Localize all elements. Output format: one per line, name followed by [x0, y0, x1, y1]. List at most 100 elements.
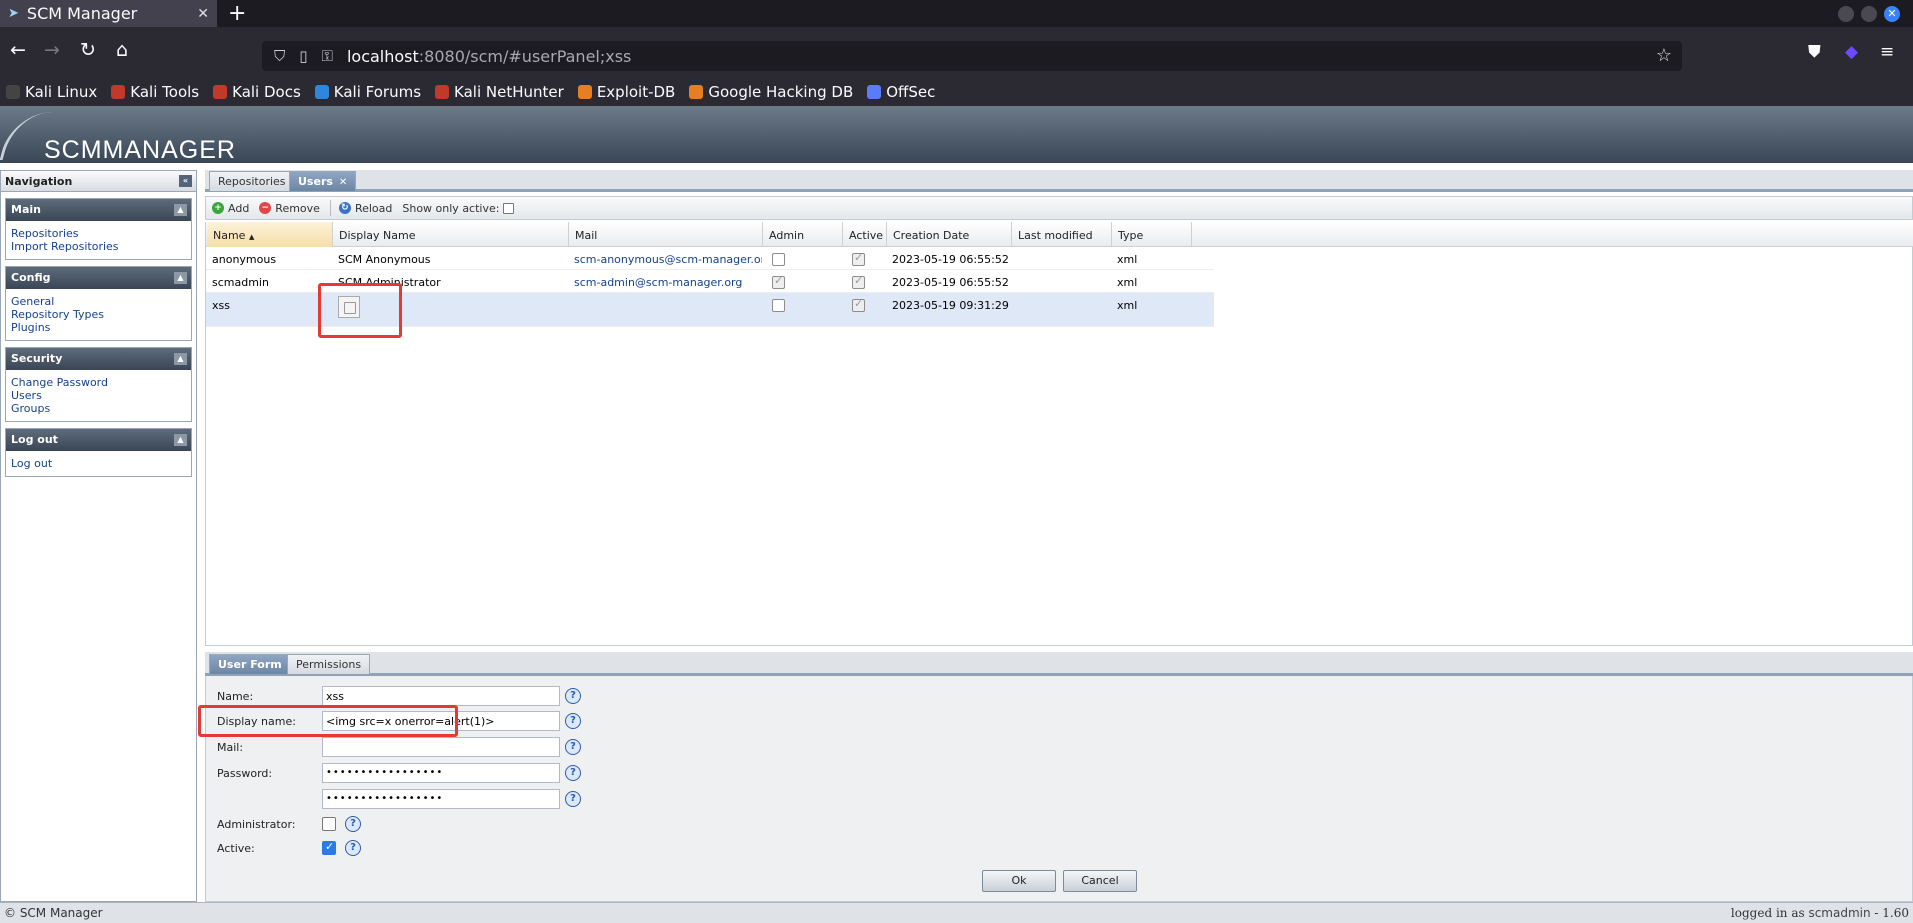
collapse-group-icon[interactable]: ▲	[174, 434, 187, 446]
url-bar[interactable]: ⛉ ▯ ⚿ localhost:8080/scm/#userPanel;xss …	[262, 41, 1682, 71]
name-field[interactable]	[322, 686, 560, 706]
column-header[interactable]: Name ▲	[207, 222, 333, 247]
password-field[interactable]: •••••••••••••••••	[322, 763, 560, 783]
collapse-group-icon[interactable]: ▲	[174, 353, 187, 365]
nav-link[interactable]: Repository Types	[11, 308, 186, 321]
footer-username: scmadmin	[1808, 906, 1871, 920]
bookmark-item[interactable]: Kali NetHunter	[435, 83, 564, 101]
bookmark-item[interactable]: Kali Docs	[213, 83, 301, 101]
administrator-checkbox[interactable]	[322, 817, 336, 831]
nav-group-header[interactable]: Security ▲	[6, 348, 191, 370]
tab-users[interactable]: Users ✕	[289, 171, 357, 191]
collapse-group-icon[interactable]: ▲	[174, 272, 187, 284]
help-icon[interactable]: ?	[345, 840, 361, 856]
nav-group: Log out ▲ Log out	[5, 428, 192, 477]
help-icon[interactable]: ?	[565, 765, 581, 781]
page-icon: ▯	[299, 47, 308, 65]
nav-link[interactable]: Repositories	[11, 227, 186, 240]
bookmark-item[interactable]: Exploit-DB	[577, 83, 675, 101]
reload-icon[interactable]: ↻	[80, 39, 96, 61]
help-icon[interactable]: ?	[565, 791, 581, 807]
home-icon[interactable]: ⌂	[116, 39, 128, 61]
bookmark-item[interactable]: Kali Forums	[314, 83, 421, 101]
nav-link[interactable]: Users	[11, 389, 186, 402]
menu-icon[interactable]: ≡	[1880, 42, 1894, 62]
help-icon[interactable]: ?	[565, 713, 581, 729]
nav-link[interactable]: Log out	[11, 457, 186, 470]
tab-permissions[interactable]: Permissions	[287, 654, 371, 674]
navigation-panel: Navigation « Main ▲ Repositories Import Rep…	[0, 170, 197, 902]
close-tab-icon[interactable]: ✕	[197, 6, 209, 22]
column-header[interactable]: Last modified	[1012, 222, 1112, 247]
bookmark-item[interactable]: OffSec	[867, 83, 935, 101]
table-row[interactable]: anonymous SCM Anonymous scm-anonymous@scm-…	[206, 247, 1214, 270]
bookmark-favicon-icon	[6, 85, 20, 99]
mail-row: Mail: ?	[211, 737, 811, 759]
help-icon[interactable]: ?	[565, 688, 581, 704]
nav-group-title: Security	[11, 352, 63, 365]
close-window-icon[interactable]: ✕	[1884, 6, 1900, 22]
table-cell-mail	[568, 293, 762, 305]
cancel-button[interactable]: Cancel	[1063, 870, 1137, 892]
table-cell-mail: scm-anonymous@scm-manager.org	[568, 247, 762, 272]
column-header[interactable]: Active	[843, 222, 887, 247]
name-label: Name:	[217, 690, 254, 703]
nav-group-header[interactable]: Config ▲	[6, 267, 191, 289]
help-icon[interactable]: ?	[565, 739, 581, 755]
column-header[interactable]: Display Name	[333, 222, 569, 247]
new-tab-icon[interactable]: +	[228, 1, 246, 26]
mail-field[interactable]	[322, 737, 560, 757]
bookmark-label: Google Hacking DB	[708, 83, 854, 101]
shield-icon[interactable]: ⛉	[274, 47, 285, 65]
help-icon[interactable]: ?	[345, 816, 361, 832]
tab-label: Users	[298, 175, 333, 188]
nav-link[interactable]: Import Repositories	[11, 240, 186, 253]
navigation-title: Navigation	[5, 175, 73, 188]
bookmark-favicon-icon	[314, 85, 329, 99]
table-cell-modified	[1011, 293, 1111, 305]
status-footer: © SCM Manager logged in as scmadmin - 1.…	[0, 902, 1913, 923]
browser-tab[interactable]: ➤ SCM Manager ✕	[0, 0, 217, 27]
reload-button[interactable]: ↻ Reload	[338, 202, 392, 215]
maximize-window-icon[interactable]	[1861, 6, 1877, 22]
nav-group-header[interactable]: Main ▲	[6, 199, 191, 221]
active-label: Active:	[217, 842, 255, 855]
active-checkbox[interactable]	[322, 840, 336, 855]
app-header: SCMMANAGER	[0, 106, 1913, 164]
add-button[interactable]: + Add	[212, 202, 249, 215]
ok-button[interactable]: Ok	[982, 870, 1056, 892]
extension-icon[interactable]: ◆	[1845, 42, 1858, 62]
tab-user-form[interactable]: User Form	[209, 654, 291, 674]
mail-link[interactable]: scm-anonymous@scm-manager.org	[574, 253, 762, 266]
bookmark-item[interactable]: Google Hacking DB	[689, 83, 853, 101]
password-label: Password:	[217, 767, 273, 780]
nav-link[interactable]: Change Password	[11, 376, 186, 389]
column-header[interactable]: Type	[1112, 222, 1192, 247]
tab-repositories[interactable]: Repositories	[209, 171, 295, 191]
pocket-icon[interactable]: ⛊	[1808, 42, 1821, 62]
column-header[interactable]: Admin	[763, 222, 843, 247]
back-arrow-icon[interactable]: ←	[10, 39, 26, 61]
show-only-active-checkbox[interactable]	[503, 202, 515, 214]
bookmark-star-icon[interactable]: ☆	[1656, 45, 1672, 66]
mail-link[interactable]: scm-admin@scm-manager.org	[574, 276, 742, 289]
nav-group-title: Main	[11, 203, 41, 216]
footer-version: - 1.60	[1870, 906, 1909, 920]
nav-link[interactable]: General	[11, 295, 186, 308]
collapse-group-icon[interactable]: ▲	[174, 204, 187, 216]
nav-link[interactable]: Plugins	[11, 321, 186, 334]
show-only-active-label: Show only active:	[402, 201, 500, 215]
collapse-panel-icon[interactable]: «	[179, 175, 192, 187]
forward-arrow-icon[interactable]: →	[44, 39, 60, 61]
column-header[interactable]: Creation Date	[887, 222, 1012, 247]
close-tab-icon[interactable]: ✕	[339, 177, 347, 188]
bookmark-item[interactable]: Kali Tools	[111, 83, 199, 101]
nav-group-header[interactable]: Log out ▲	[6, 429, 191, 451]
column-header[interactable]: Mail	[569, 222, 763, 247]
remove-button[interactable]: − Remove	[259, 202, 320, 215]
key-icon[interactable]: ⚿	[322, 47, 333, 65]
minimize-window-icon[interactable]	[1838, 6, 1854, 22]
nav-link[interactable]: Groups	[11, 402, 186, 415]
confirm-password-field[interactable]: •••••••••••••••••	[322, 789, 560, 809]
bookmark-item[interactable]: Kali Linux	[6, 83, 97, 101]
